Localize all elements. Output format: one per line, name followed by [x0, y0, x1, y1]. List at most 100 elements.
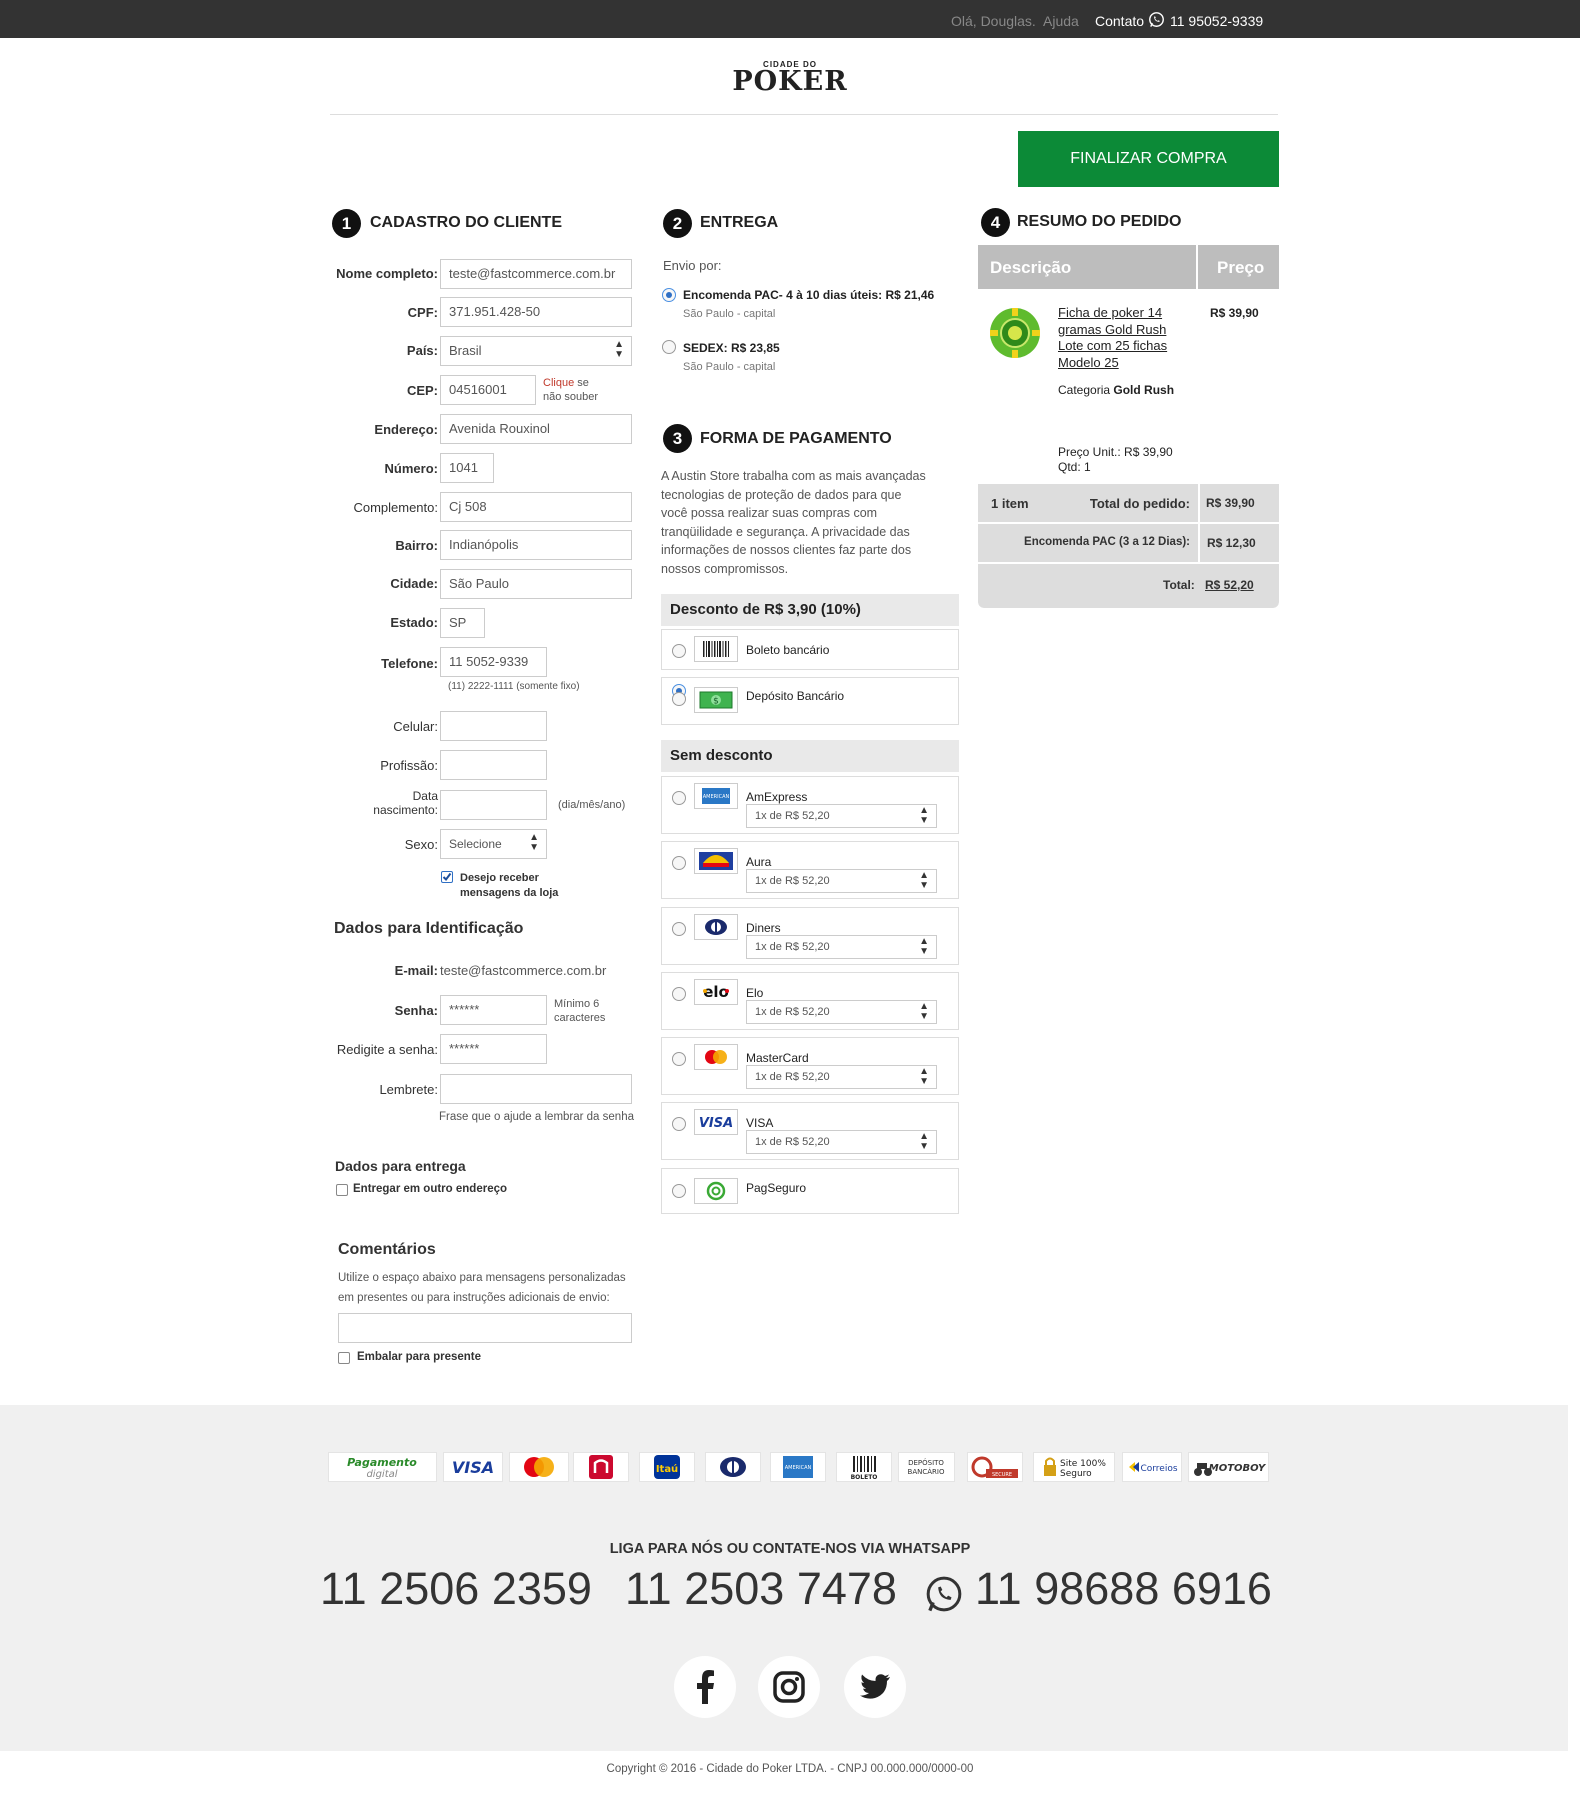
mastercard-radio[interactable] [672, 1052, 686, 1066]
gift-wrap-checkbox[interactable] [338, 1352, 350, 1364]
cpf-field[interactable]: 371.951.428-50 [440, 297, 632, 327]
diners-label: Diners [746, 921, 781, 935]
nascimento-hint: (dia/mês/ano) [558, 799, 626, 811]
comentarios-desc: Utilize o espaço abaixo para mensagens p… [338, 1272, 626, 1304]
aura-radio[interactable] [672, 856, 686, 870]
badge-site-seguro: Site 100% Seguro [1033, 1452, 1115, 1482]
nascimento-field[interactable] [440, 790, 547, 820]
lembrete-field[interactable] [440, 1074, 632, 1104]
aura-icon [694, 848, 738, 874]
footer-phone-1[interactable]: 11 2506 2359 [320, 1563, 592, 1615]
select-arrows-icon: ▲ ▼ [614, 339, 624, 360]
shipping-pac-label: Encomenda PAC- 4 à 10 dias úteis: R$ 21,… [683, 288, 935, 302]
newsletter-label: Desejo receber mensagens da loja [460, 872, 559, 899]
comentarios-field[interactable] [338, 1313, 632, 1343]
summary-shipping-cell: R$ 12,30 [1200, 524, 1279, 562]
pais-select[interactable]: Brasil ▲ ▼ [440, 336, 632, 366]
contact-link[interactable]: Contato [1095, 13, 1144, 29]
elo-radio[interactable] [672, 987, 686, 1001]
section-3-number: 3 [663, 424, 692, 453]
senha-field[interactable]: ****** [440, 995, 547, 1025]
numero-field[interactable]: 1041 [440, 453, 494, 483]
estado-label: Estado: [390, 615, 438, 630]
bairro-field[interactable]: Indianópolis [440, 530, 632, 560]
instagram-icon[interactable] [758, 1656, 820, 1718]
shipping-pac-radio[interactable] [662, 288, 676, 302]
amex-icon: AMERICAN [694, 783, 738, 809]
facebook-icon[interactable] [674, 1656, 736, 1718]
senha-label: Senha: [394, 1003, 438, 1018]
svg-text:digital: digital [366, 1469, 397, 1480]
section-3-title: FORMA DE PAGAMENTO [700, 430, 892, 447]
cep-help-link[interactable]: Clique [543, 377, 574, 389]
sexo-select[interactable]: Selecione ▲ ▼ [440, 829, 547, 859]
redigite-label: Redigite a senha: [336, 1042, 438, 1057]
cidade-field[interactable]: São Paulo [440, 569, 632, 599]
elo-installments-select[interactable]: 1x de R$ 52,20 ▲ ▼ [746, 1000, 937, 1024]
summary-total-label: Total do pedido: [1089, 496, 1190, 511]
celular-field[interactable] [440, 711, 547, 741]
diners-installments-select[interactable]: 1x de R$ 52,20 ▲ ▼ [746, 935, 937, 959]
finalize-purchase-button[interactable]: FINALIZAR COMPRA [1018, 131, 1279, 187]
aura-installments-select[interactable]: 1x de R$ 52,20 ▲ ▼ [746, 869, 937, 893]
newsletter-checkbox[interactable] [441, 871, 453, 883]
select-arrows-icon: ▲ ▼ [919, 1066, 929, 1087]
pagseguro-radio[interactable] [672, 1184, 686, 1198]
product-category: Categoria Gold Rush [1058, 383, 1175, 397]
complemento-field[interactable]: Cj 508 [440, 492, 632, 522]
payment-option-pagseguro[interactable]: PagSeguro [661, 1168, 959, 1214]
amex-installments-select[interactable]: 1x de R$ 52,20 ▲ ▼ [746, 804, 937, 828]
deposito-label: Depósito Bancário [746, 689, 845, 703]
other-address-label: Entregar em outro endereço [353, 1183, 508, 1195]
payment-option-amex[interactable]: AMERICAN AmExpress 1x de R$ 52,20 ▲ ▼ [661, 776, 959, 834]
shipping-sedex-radio[interactable] [662, 340, 676, 354]
nome-field[interactable]: teste@fastcommerce.com.br [440, 259, 632, 289]
visa-radio[interactable] [672, 1117, 686, 1131]
boleto-radio[interactable] [672, 644, 686, 658]
section-4-number: 4 [981, 208, 1010, 237]
cep-field[interactable]: 04516001 [440, 375, 536, 405]
badge-correios: Correios [1122, 1452, 1182, 1482]
payment-option-elo[interactable]: elo Elo 1x de R$ 52,20 ▲ ▼ [661, 972, 959, 1030]
other-address-checkbox[interactable] [336, 1184, 348, 1196]
product-thumbnail[interactable] [989, 307, 1041, 362]
payment-option-visa[interactable]: VISA VISA 1x de R$ 52,20 ▲ ▼ [661, 1102, 959, 1160]
svg-text:Pagamento: Pagamento [347, 1456, 417, 1469]
mastercard-installments-select[interactable]: 1x de R$ 52,20 ▲ ▼ [746, 1065, 937, 1089]
endereco-field[interactable]: Avenida Rouxinol [440, 414, 632, 444]
product-price: R$ 39,90 [1210, 306, 1259, 320]
amex-radio[interactable] [672, 791, 686, 805]
product-name-link[interactable]: Ficha de poker 14 gramas Gold Rush Lote co… [1058, 305, 1167, 371]
help-link[interactable]: Ajuda [1043, 13, 1079, 29]
twitter-icon[interactable] [844, 1656, 906, 1718]
svg-text:BOLETO: BOLETO [851, 1474, 878, 1481]
payment-option-deposito[interactable]: $ Depósito Bancário [661, 677, 959, 725]
footer-phone-whatsapp[interactable]: 11 98688 6916 [975, 1563, 1272, 1615]
whatsapp-icon [924, 1574, 964, 1617]
badge-deposito: DEPÓSITO BANCÁRIO [898, 1452, 955, 1482]
payment-option-aura[interactable]: Aura 1x de R$ 52,20 ▲ ▼ [661, 841, 959, 899]
payment-option-boleto[interactable]: Boleto bancário [661, 629, 959, 670]
badge-pagamento-digital: Pagamento digital [328, 1452, 437, 1482]
section-1-title: CADASTRO DO CLIENTE [370, 214, 562, 231]
cep-label: CEP: [406, 383, 438, 398]
redigite-field[interactable]: ****** [440, 1034, 547, 1064]
footer-phone-2[interactable]: 11 2503 7478 [625, 1563, 897, 1615]
diners-radio[interactable] [672, 922, 686, 936]
payment-option-diners[interactable]: Diners 1x de R$ 52,20 ▲ ▼ [661, 907, 959, 965]
shipping-sedex-sub: São Paulo - capital [683, 361, 776, 373]
section-4-title: RESUMO DO PEDIDO [1017, 213, 1182, 230]
badge-amex: AMERICAN [770, 1452, 826, 1482]
logo[interactable]: POKER [722, 66, 858, 97]
select-arrows-icon: ▲ ▼ [919, 1001, 929, 1022]
payment-option-mastercard[interactable]: MasterCard 1x de R$ 52,20 ▲ ▼ [661, 1037, 959, 1095]
visa-installments-select[interactable]: 1x de R$ 52,20 ▲ ▼ [746, 1130, 937, 1154]
telefone-field[interactable]: 11 5052-9339 [440, 647, 547, 677]
profissao-field[interactable] [440, 750, 547, 780]
ident-title: Dados para Identificação [334, 920, 524, 937]
order-summary: Descrição Preço Ficha de poker 14 gramas … [978, 245, 1279, 608]
estado-field[interactable]: SP [440, 608, 485, 638]
sexo-label: Sexo: [404, 837, 438, 852]
summary-header-price: Preço [1198, 245, 1279, 289]
svg-text:BANCÁRIO: BANCÁRIO [908, 1467, 945, 1476]
